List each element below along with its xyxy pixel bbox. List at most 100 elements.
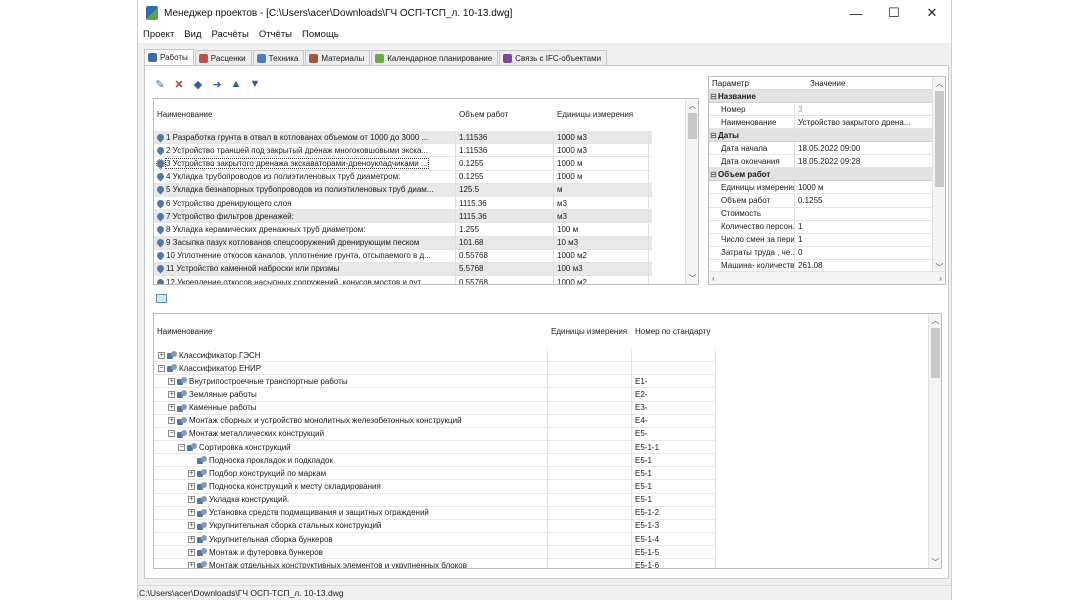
table-row[interactable]: 1 Разработка грунта в отвал в котлованах… (154, 131, 652, 145)
expand-icon[interactable]: + (158, 351, 165, 359)
col-volume-header[interactable]: Объем работ (456, 99, 554, 131)
table-row[interactable]: 9 Засыпка пазух котлованов спецсооружени… (154, 236, 652, 250)
property-value[interactable]: 3 (795, 105, 945, 114)
table-row[interactable]: 11 Устройство каменной наброски или приз… (154, 262, 652, 277)
arrow-right-icon[interactable]: ➜ (210, 77, 224, 91)
property-row[interactable]: Число смен за пери... 1 (709, 233, 945, 247)
menu-reports[interactable]: Отчёты (258, 29, 293, 40)
tree-row[interactable]: + Земляные работы E2- (154, 388, 941, 402)
expand-icon[interactable]: + (168, 390, 175, 398)
maximize-button[interactable]: ☐ (875, 0, 913, 26)
tree-row[interactable]: + Установка средств подмащивания и защитн… (154, 506, 941, 520)
property-value[interactable]: 261.08 (795, 261, 945, 270)
expand-icon[interactable]: + (188, 548, 195, 556)
scroll-right-icon[interactable]: › (939, 274, 942, 283)
scroll-down-icon[interactable]: ﹀ (929, 556, 941, 568)
col-unit-header[interactable]: Единицы измерения (554, 99, 649, 131)
table-row[interactable]: 3 Устройство закрытого дренажа экскавато… (154, 157, 652, 171)
tree-row[interactable]: − Классификатор ЕНИР (154, 362, 941, 376)
minimize-button[interactable]: — (837, 0, 875, 26)
tab-rates[interactable]: Расценки (194, 50, 252, 65)
expand-icon[interactable]: + (188, 469, 195, 477)
arrow-up-icon[interactable]: ▲ (229, 77, 243, 91)
folder-icon[interactable] (156, 294, 167, 303)
table-row[interactable]: 4 Укладка трубопроводов из полиэтиленовы… (154, 170, 652, 184)
collapse-icon[interactable]: ⊟ (709, 170, 718, 179)
table-row[interactable]: 12 Укрепление откосов насыпных сооружени… (154, 276, 652, 284)
menu-project[interactable]: Проект (142, 29, 175, 40)
properties-scrollbar[interactable]: ︿ ﹀ (932, 77, 945, 273)
expand-icon[interactable]: + (188, 509, 195, 517)
table-row[interactable]: 10 Уплотнение откосов каналов, уплотнени… (154, 249, 652, 263)
scroll-left-icon[interactable]: ‹ (712, 274, 715, 283)
menu-view[interactable]: Вид (183, 29, 202, 40)
property-category[interactable]: ⊟ Даты (709, 129, 945, 143)
tree-row[interactable]: + Укрупнительная сборка стальных конструк… (154, 519, 941, 533)
tab-materials[interactable]: Материалы (305, 50, 371, 65)
property-row[interactable]: Стоимость (709, 207, 945, 221)
table-row[interactable]: 2 Устройство траншей под закрытый дренаж… (154, 144, 652, 158)
tree-row[interactable]: Подноска прокладок и подкладок E5-1 (154, 454, 941, 468)
collapse-icon[interactable]: ⊟ (709, 92, 718, 101)
tree-row[interactable]: + Подноска конструкций к месту складирова… (154, 480, 941, 494)
property-value[interactable]: 1000 м (795, 183, 945, 192)
scroll-up-icon[interactable]: ︿ (929, 314, 941, 326)
delete-icon[interactable]: ✕ (172, 77, 186, 91)
tree-row[interactable]: + Внутрипостроечные транспортные работы E1… (154, 375, 941, 389)
close-button[interactable]: ✕ (913, 0, 951, 26)
property-category[interactable]: ⊟ Объем работ (709, 168, 945, 182)
table-row[interactable]: 5 Укладка безнапорных трубопроводов из п… (154, 183, 652, 197)
tree-row[interactable]: + Классификатор ГЭСН (154, 349, 941, 363)
property-category[interactable]: ⊟ Название (709, 90, 945, 103)
property-row[interactable]: Дата начала 18.05.2022 09:00 (709, 142, 945, 156)
collapse-icon[interactable]: − (158, 364, 165, 372)
collapse-icon[interactable]: − (168, 430, 175, 438)
expand-icon[interactable]: + (188, 535, 195, 543)
property-row[interactable]: Наименование Устройство закрытого дрена..… (709, 116, 945, 130)
table-row[interactable]: 7 Устройство фильтров дренажей: 1115.36 м3 (154, 210, 652, 224)
works-scrollbar[interactable]: ︿ ﹀ (685, 99, 698, 284)
property-row[interactable]: Затраты труда , че... 0 (709, 246, 945, 260)
tab-ifc[interactable]: Связь с IFC-объектами (499, 50, 608, 65)
expand-icon[interactable]: + (188, 561, 195, 568)
tree-row[interactable]: + Укладка конструкций. E5-1 (154, 493, 941, 507)
col-name-header[interactable]: Наименование (154, 99, 456, 131)
property-value[interactable]: 1 (795, 222, 945, 231)
table-row[interactable]: 6 Устройство дренирующего слоя 1115.36 м3 (154, 196, 652, 211)
property-row[interactable]: Единицы измерения 1000 м (709, 181, 945, 195)
expand-icon[interactable]: + (188, 496, 195, 504)
property-row[interactable]: Количество персон... 1 (709, 220, 945, 234)
tree-row[interactable]: − Монтаж металлических конструкций E5- (154, 427, 941, 441)
property-value[interactable]: Устройство закрытого дрена... (795, 118, 945, 127)
expand-icon[interactable]: + (168, 417, 175, 425)
scroll-thumb[interactable] (935, 91, 944, 187)
scroll-thumb[interactable] (931, 328, 940, 378)
properties-hscrollbar[interactable]: ‹ › (709, 271, 945, 284)
scroll-thumb[interactable] (688, 113, 697, 139)
tree-row[interactable]: + Монтаж отдельных конструктивных элемент… (154, 559, 941, 568)
expand-icon[interactable]: + (188, 482, 195, 490)
tab-works[interactable]: Работы (144, 49, 194, 65)
property-row[interactable]: Дата окончания 18.05.2022 09:28 (709, 155, 945, 169)
property-value[interactable]: 1 (795, 235, 945, 244)
property-value[interactable]: 0.1255 (795, 196, 945, 205)
property-value[interactable]: 18.05.2022 09:28 (795, 157, 945, 166)
expand-icon[interactable]: + (188, 522, 195, 530)
tree-row[interactable]: − Сортировка конструкций E5-1-1 (154, 440, 941, 455)
tree-row[interactable]: + Каменные работы E3- (154, 401, 941, 415)
expand-icon[interactable]: + (168, 377, 175, 385)
col-unit-header[interactable]: Единицы измерения (548, 314, 632, 349)
scroll-up-icon[interactable]: ︿ (686, 99, 698, 111)
expand-icon[interactable]: + (168, 404, 175, 412)
tree-row[interactable]: + Подбор конструкций по маркам E5-1 (154, 467, 941, 481)
col-name-header[interactable]: Наименование (154, 314, 548, 349)
tree-row[interactable]: + Монтаж сборных и устройство монолитных … (154, 414, 941, 428)
property-value[interactable]: 18.05.2022 09:00 (795, 144, 945, 153)
tab-machinery[interactable]: Техника (252, 50, 305, 65)
tab-calendar[interactable]: Календарное планирование (371, 50, 499, 65)
menu-calculations[interactable]: Расчёты (210, 29, 249, 40)
classifier-scrollbar[interactable]: ︿ ﹀ (928, 314, 941, 568)
tree-row[interactable]: + Монтаж и футеровка бункеров E5-1-5 (154, 546, 941, 560)
collapse-icon[interactable]: − (178, 443, 185, 451)
property-value[interactable]: 0 (795, 248, 945, 257)
